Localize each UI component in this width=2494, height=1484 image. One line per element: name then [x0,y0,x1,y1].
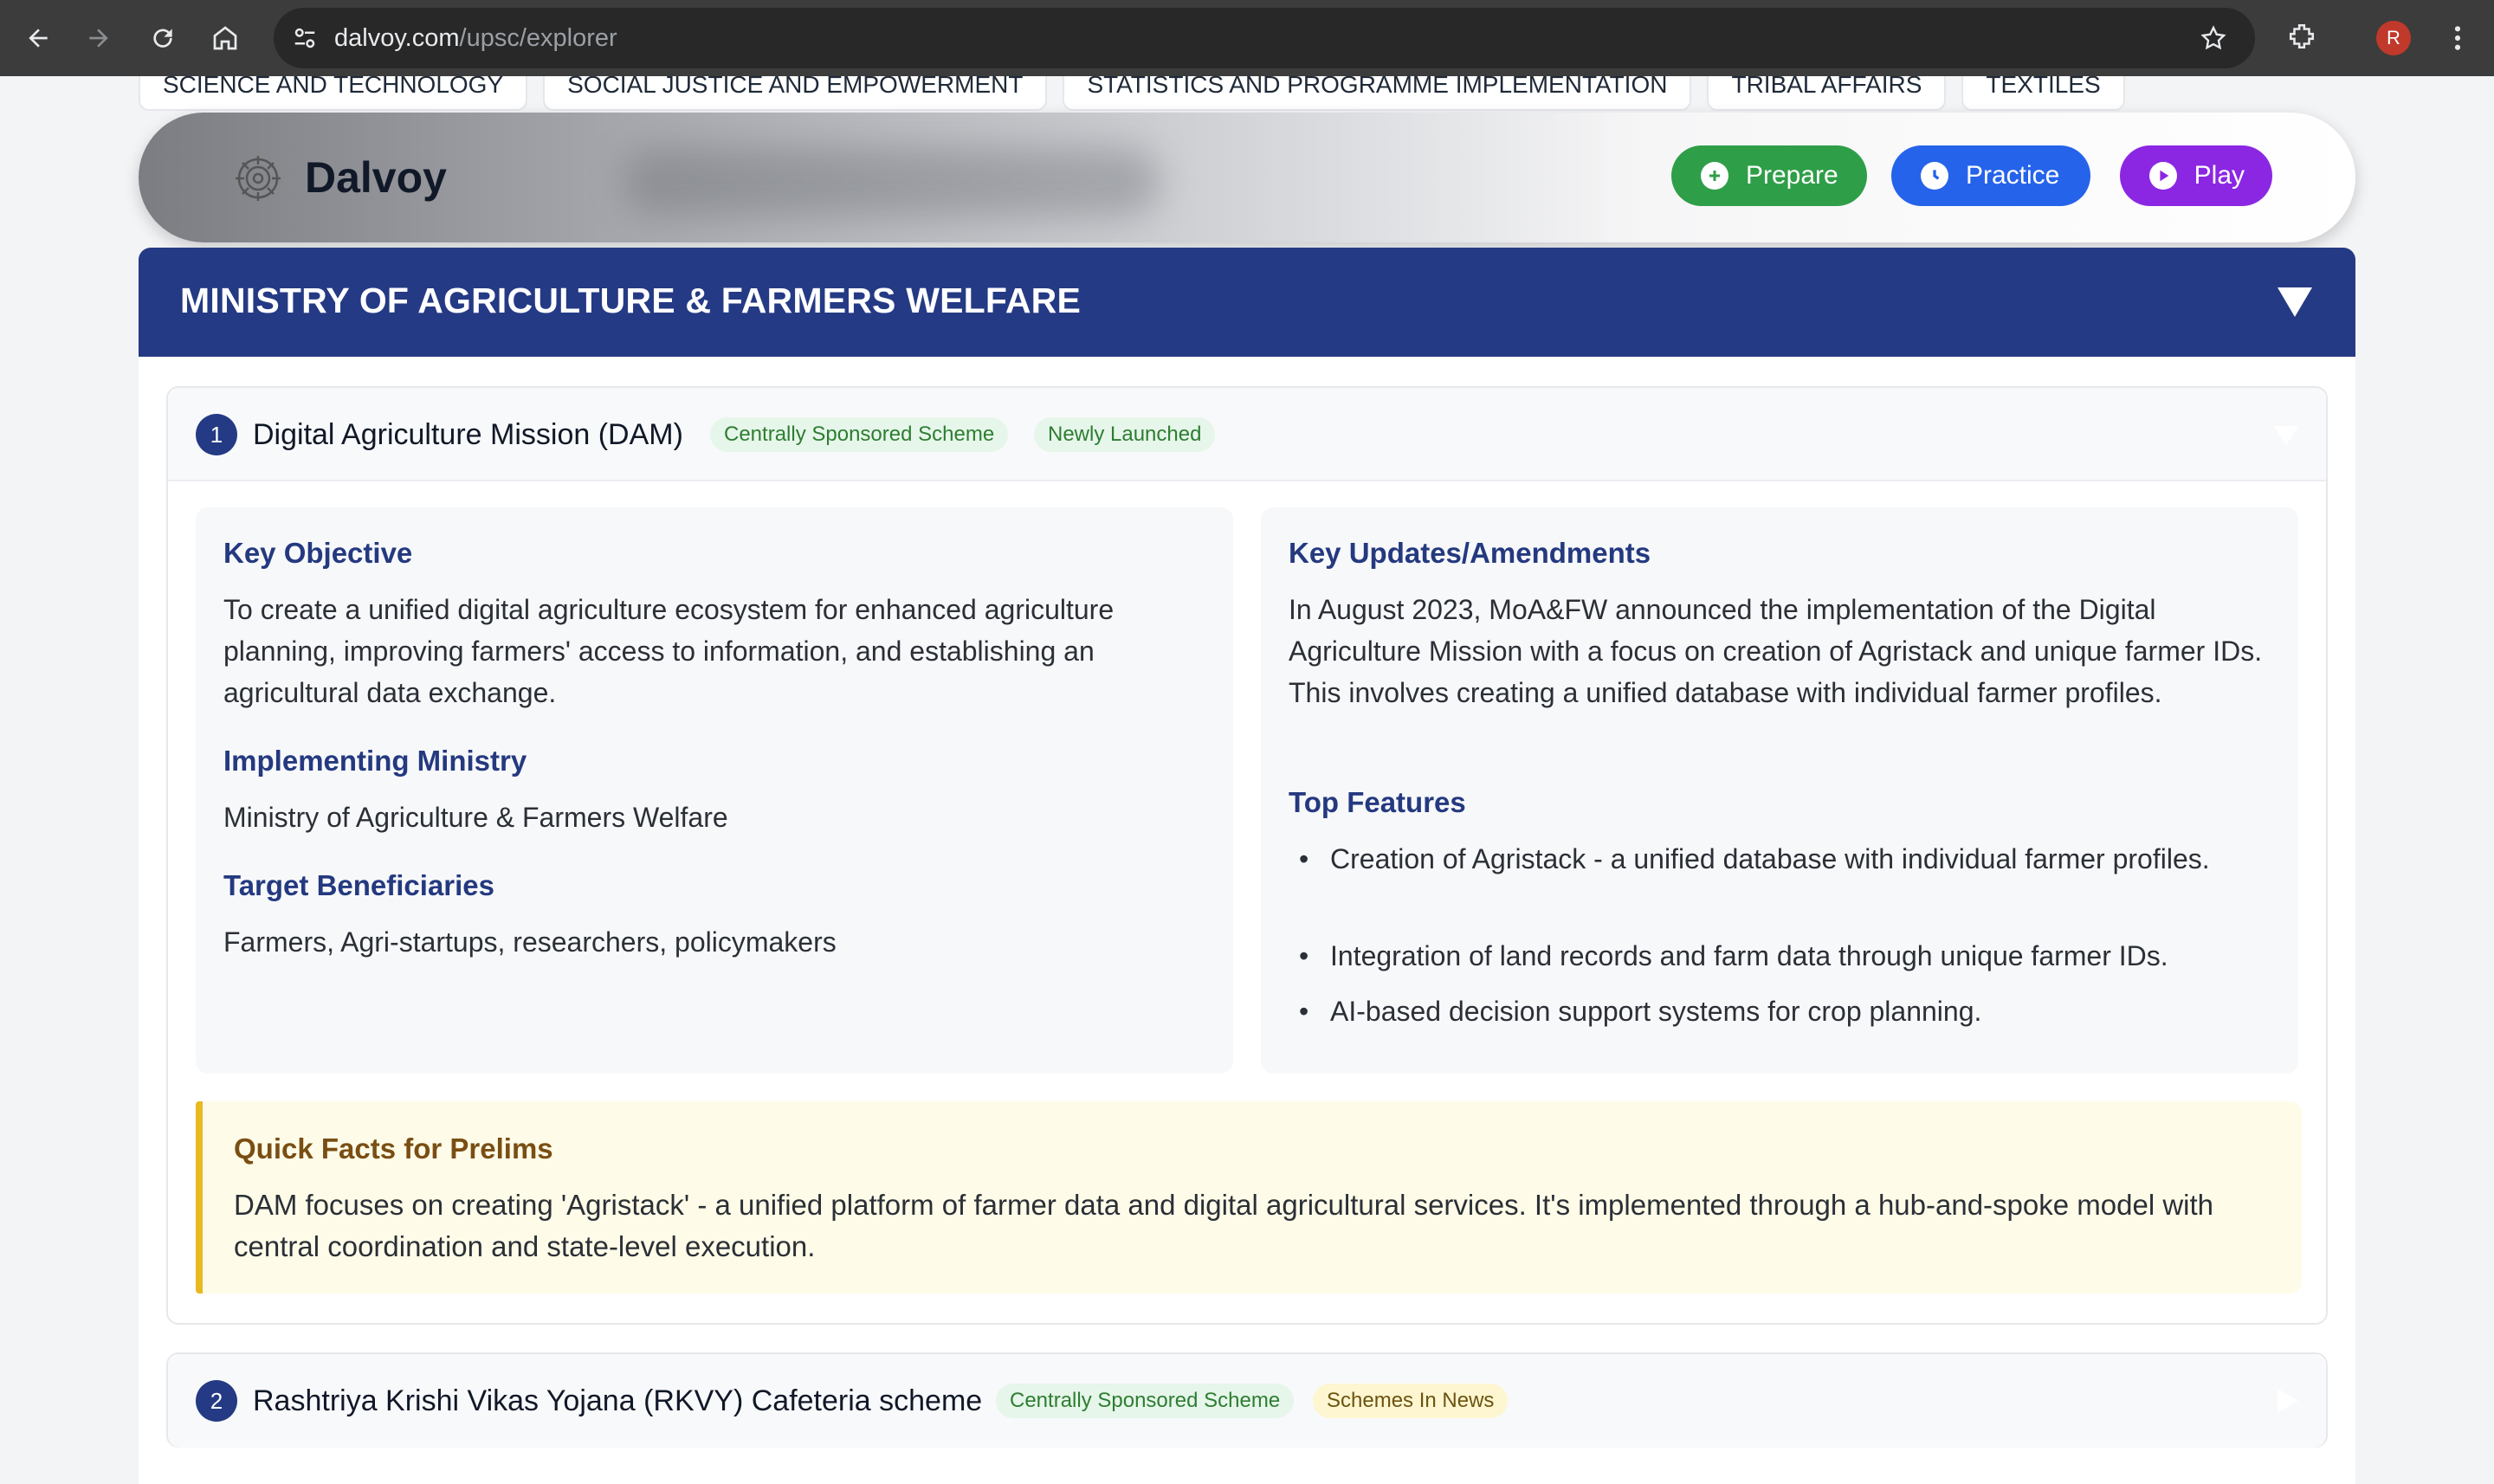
scheme-details-right: Key Updates/Amendments In August 2023, M… [1261,507,2298,1074]
ministry-title: MINISTRY OF AGRICULTURE & FARMERS WELFAR… [180,281,1082,320]
home-icon[interactable] [206,19,244,57]
extensions-icon[interactable] [2283,17,2321,55]
play-icon [2149,162,2177,190]
scheme-number: 1 [196,414,237,455]
scheme-card: 1 Digital Agriculture Mission (DAM) Cent… [166,386,2328,1325]
ministry-tabs: SCIENCE AND TECHNOLOGY SOCIAL JUSTICE AN… [139,76,2125,111]
clock-icon [1921,162,1948,190]
scheme-card-header[interactable]: 2 Rashtriya Krishi Vikas Yojana (RKVY) C… [168,1354,2326,1448]
quick-facts-box: Quick Facts for Prelims DAM focuses on c… [196,1101,2302,1294]
scheme-type-badge: Centrally Sponsored Scheme [996,1384,1295,1418]
implementing-ministry-heading: Implementing Ministry [223,745,527,777]
forward-icon[interactable] [80,19,118,57]
site-info-icon[interactable] [286,19,324,57]
prepare-button[interactable]: Prepare [1671,145,1867,206]
feature-list-item: AI-based decision support systems for cr… [1295,990,2274,1032]
tab-textiles[interactable]: TEXTILES [1961,76,2125,111]
play-label: Play [2194,161,2245,190]
tab-science-technology[interactable]: SCIENCE AND TECHNOLOGY [139,76,528,111]
profile-avatar[interactable]: R [2376,21,2411,55]
reload-icon[interactable] [144,19,182,57]
key-updates-text: In August 2023, MoA&FW announced the imp… [1289,594,2263,708]
quick-facts-text: DAM focuses on creating 'Agristack' - a … [234,1189,2214,1262]
key-objective-text: To create a unified digital agriculture … [223,594,1115,708]
quick-facts-heading: Quick Facts for Prelims [234,1132,553,1165]
tab-statistics[interactable]: STATISTICS AND PROGRAMME IMPLEMENTATION [1063,76,1692,111]
key-updates-heading: Key Updates/Amendments [1289,537,1651,569]
news-badge: Schemes In News [1313,1384,1509,1418]
status-badge: Newly Launched [1034,417,1216,452]
practice-button[interactable]: Practice [1891,145,2090,206]
prepare-label: Prepare [1746,161,1838,190]
expand-triangle-icon[interactable] [2271,1385,2302,1416]
ministry-header[interactable]: MINISTRY OF AGRICULTURE & FARMERS WELFAR… [139,248,2355,357]
tab-social-justice[interactable]: SOCIAL JUSTICE AND EMPOWERMENT [543,76,1048,111]
implementing-ministry-text: Ministry of Agriculture & Farmers Welfar… [223,802,728,833]
scheme-details-left: Key Objective To create a unified digita… [196,507,1233,1074]
back-icon[interactable] [19,19,57,57]
url-text[interactable]: dalvoy.com/upsc/explorer [334,19,617,57]
tab-tribal-affairs[interactable]: TRIBAL AFFAIRS [1707,76,1947,111]
target-beneficiaries-heading: Target Beneficiaries [223,869,495,901]
brand-name[interactable]: Dalvoy [305,151,447,204]
key-objective-heading: Key Objective [223,537,413,569]
scheme-type-badge: Centrally Sponsored Scheme [710,417,1009,452]
site-header: Dalvoy Prepare Practice Play [139,113,2355,242]
plus-circle-icon [1701,162,1728,190]
practice-label: Practice [1966,161,2060,190]
play-button[interactable]: Play [2120,145,2272,206]
feature-list-item: Integration of land records and farm dat… [1295,935,2274,977]
scheme-card-header[interactable]: 1 Digital Agriculture Mission (DAM) Cent… [168,388,2326,481]
feature-list-item: Creation of Agristack - a unified databa… [1295,838,2274,880]
expand-triangle-icon[interactable] [2271,419,2302,450]
bookmark-star-icon[interactable] [2194,19,2232,57]
browser-toolbar: dalvoy.com/upsc/explorer R [0,0,2494,76]
scheme-title: Rashtriya Krishi Vikas Yojana (RKVY) Caf… [253,1384,983,1417]
scheme-title: Digital Agriculture Mission (DAM) [253,418,683,451]
scheme-number: 2 [196,1380,237,1422]
menu-kebab-icon[interactable] [2439,19,2477,57]
ministry-section: MINISTRY OF AGRICULTURE & FARMERS WELFAR… [139,248,2355,1484]
dalvoy-logo-icon[interactable] [232,152,284,204]
page-content: SCIENCE AND TECHNOLOGY SOCIAL JUSTICE AN… [0,76,2494,1484]
top-features-heading: Top Features [1289,786,1466,818]
collapse-triangle-icon[interactable] [2274,281,2316,322]
target-beneficiaries-text: Farmers, Agri-startups, researchers, pol… [223,926,837,958]
scheme-card: 2 Rashtriya Krishi Vikas Yojana (RKVY) C… [166,1352,2328,1448]
